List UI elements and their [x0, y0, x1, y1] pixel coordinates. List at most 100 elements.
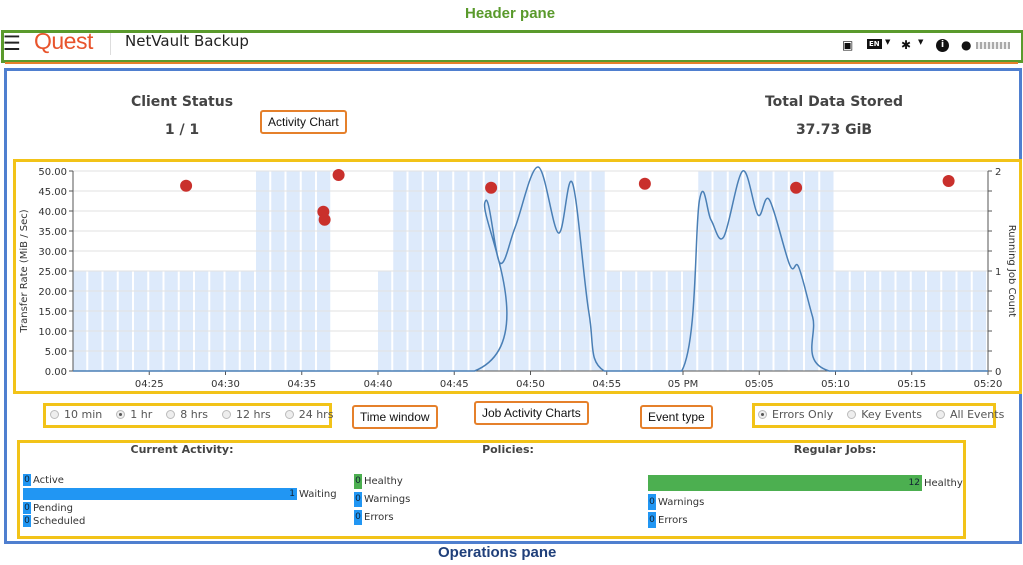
job-count-bar [652, 271, 666, 371]
x-tick-label: 05:20 [974, 379, 1003, 388]
job-count-bar [896, 271, 910, 371]
count: 0 [23, 474, 31, 486]
radio-selected-icon [758, 410, 767, 419]
job-count-bar [911, 271, 925, 371]
current-activity-waiting[interactable]: 1 Waiting [23, 488, 337, 500]
x-tick-label: 05:15 [897, 379, 926, 388]
count: 0 [354, 492, 362, 507]
app-title: NetVault Backup [125, 32, 249, 50]
row-label: Waiting [299, 488, 337, 500]
healthy-bar: 12 [648, 475, 922, 491]
quest-logo: Quest [34, 28, 93, 54]
total-data-label: Total Data Stored [764, 94, 904, 110]
tools-icon[interactable]: ✱ [901, 38, 911, 52]
count: 0 [23, 502, 31, 514]
event-type-key-events[interactable]: Key Events [847, 408, 922, 421]
option-label: Key Events [861, 408, 922, 421]
username-redacted[interactable] [976, 42, 1010, 49]
x-tick-label: 04:40 [364, 379, 393, 388]
chevron-down-icon[interactable]: ▼ [918, 38, 923, 46]
header-divider [110, 33, 111, 55]
y-axis-label: Transfer Rate (MiB / Sec) [19, 209, 30, 333]
row-label: Healthy [364, 476, 403, 487]
job-count-bar [164, 271, 178, 371]
error-event-point [485, 181, 498, 194]
regular-jobs-errors[interactable]: 0 Errors [648, 512, 688, 528]
language-icon[interactable]: EN [867, 39, 882, 49]
y-tick-label: 10.00 [38, 327, 67, 338]
error-event-point [942, 175, 955, 187]
count: 0 [354, 474, 362, 489]
job-count-bar [210, 271, 224, 371]
time-window-option-1hr[interactable]: 1 hr [116, 408, 152, 421]
y-tick-label: 25.00 [38, 267, 67, 278]
policies-errors[interactable]: 0 Errors [354, 510, 394, 525]
user-icon[interactable]: ● [961, 38, 971, 52]
error-event-point [790, 181, 803, 194]
event-type-callout: Event type [640, 405, 713, 429]
job-count-bar [225, 271, 239, 371]
regular-jobs-warnings[interactable]: 0 Warnings [648, 494, 704, 510]
job-count-bar [881, 271, 895, 371]
error-event-point [180, 179, 193, 192]
time-window-option-12hrs[interactable]: 12 hrs [221, 408, 271, 421]
header-pane-label: Header pane [465, 5, 556, 22]
job-count-bar [73, 271, 87, 371]
x-tick-label: 05 PM [668, 379, 699, 388]
job-count-bar [103, 271, 117, 371]
job-count-bar [179, 271, 193, 371]
job-count-bar [622, 271, 636, 371]
job-count-bar [149, 271, 163, 371]
client-status-value: 1 / 1 [164, 122, 200, 138]
current-activity-scheduled[interactable]: 0 Scheduled [23, 515, 85, 527]
count: 0 [648, 494, 656, 510]
x-tick-label: 05:10 [821, 379, 850, 388]
error-event-point [332, 169, 345, 181]
current-activity-active[interactable]: 0 Active [23, 474, 64, 486]
current-activity-title: Current Activity: [130, 443, 234, 456]
y-tick-label: 0.00 [45, 367, 67, 378]
job-activity-callout: Job Activity Charts [474, 401, 589, 425]
time-window-option-8hrs[interactable]: 8 hrs [166, 408, 208, 421]
x-tick-label: 04:50 [516, 379, 545, 388]
radio-icon [847, 410, 857, 419]
event-type-errors-only[interactable]: Errors Only [758, 408, 833, 421]
job-count-bar [637, 271, 651, 371]
job-count-bar [195, 271, 209, 371]
activity-chart[interactable]: 0.00 5.00 10.00 15.00 20.00 25.00 30.00 35.00 40… [16, 162, 1016, 388]
y2-axis-label: Running Job Count [1006, 225, 1016, 318]
job-count-bar [850, 271, 864, 371]
row-label: Active [33, 474, 64, 486]
x-tick-label: 04:25 [135, 379, 164, 388]
regular-jobs-title: Regular Jobs: [793, 443, 877, 456]
count: 0 [354, 510, 362, 525]
y-tick-label: 5.00 [45, 347, 67, 358]
time-window-option-24hrs[interactable]: 24 hrs [284, 408, 334, 421]
y-tick-label: 35.00 [38, 227, 67, 238]
time-window-option-10min[interactable]: 10 min [50, 408, 102, 421]
count: 0 [23, 515, 31, 527]
y-tick-label: 20.00 [38, 287, 67, 298]
job-count-bar [866, 271, 880, 371]
event-type-all-events[interactable]: All Events [935, 408, 1005, 421]
policies-healthy[interactable]: 0 Healthy [354, 474, 403, 489]
info-icon[interactable]: i [936, 39, 949, 52]
option-label: All Events [949, 408, 1005, 421]
x-tick-label: 04:55 [592, 379, 621, 388]
job-count-bar [240, 271, 254, 371]
chevron-down-icon[interactable]: ▼ [885, 38, 890, 46]
job-count-bar [88, 271, 102, 371]
time-window-callout: Time window [352, 405, 438, 429]
menu-icon[interactable]: ☰ [3, 31, 21, 55]
current-activity-pending[interactable]: 0 Pending [23, 502, 73, 514]
regular-jobs-healthy[interactable]: 12 Healthy [648, 475, 963, 491]
row-label: Scheduled [33, 515, 86, 527]
video-icon[interactable]: ▣ [842, 38, 853, 52]
radio-icon [50, 410, 59, 419]
y2-tick-label: 1 [995, 267, 1001, 278]
radio-selected-icon [116, 410, 126, 419]
option-label: 10 min [64, 408, 103, 421]
option-label: 24 hrs [298, 408, 334, 421]
policies-warnings[interactable]: 0 Warnings [354, 492, 410, 507]
x-tick-label: 04:35 [287, 379, 316, 388]
